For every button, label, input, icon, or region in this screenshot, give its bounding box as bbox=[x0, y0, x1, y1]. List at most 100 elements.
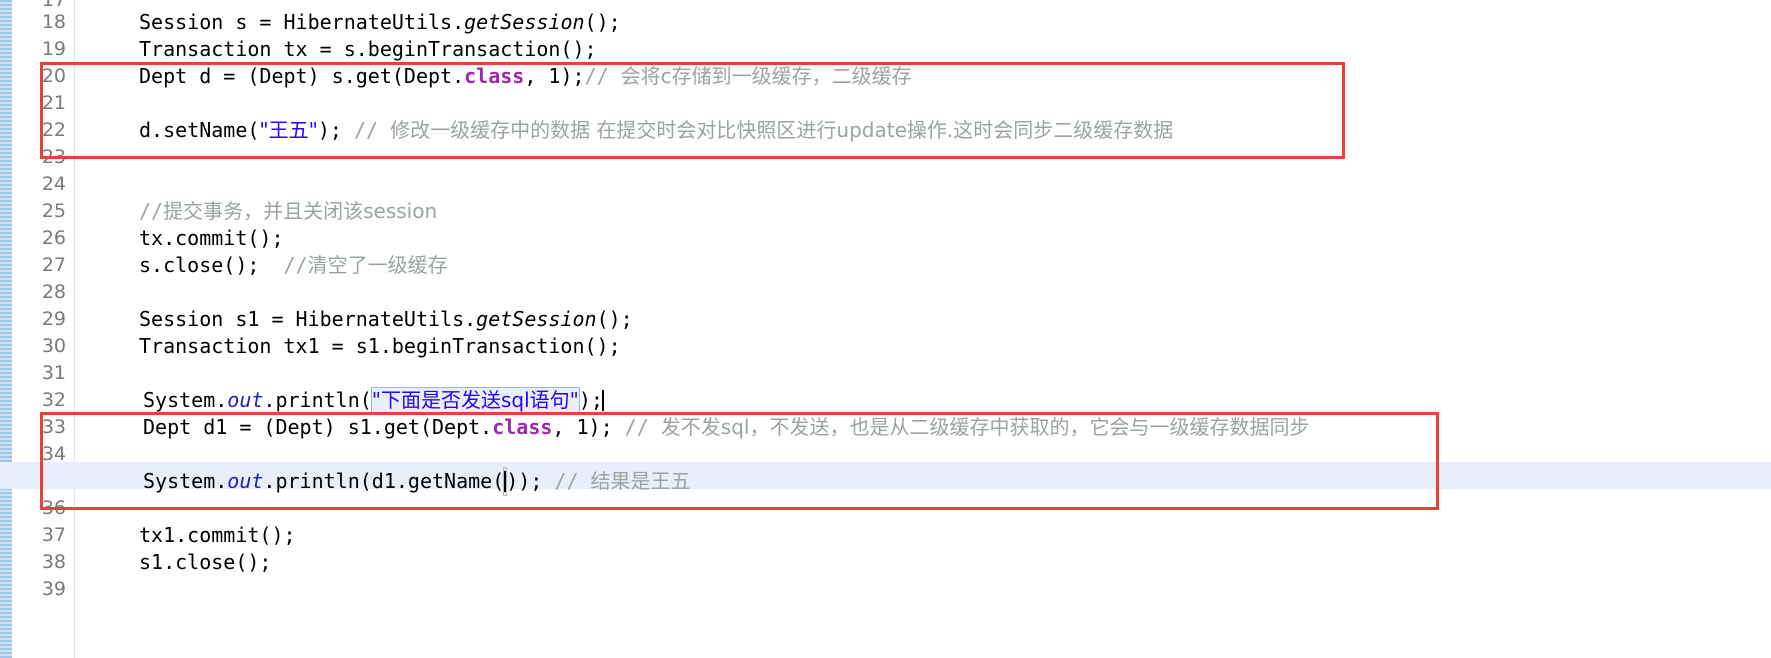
line-number: 18 bbox=[41, 11, 66, 33]
code-token-comment-cn: 提交事务，并且关闭该session bbox=[163, 199, 438, 223]
code-token: , 1); bbox=[524, 64, 585, 88]
code-line-20[interactable]: Dept d = (Dept) s.get(Dept.class, 1);// … bbox=[75, 63, 912, 90]
code-token: System. bbox=[143, 469, 228, 493]
code-token-field: out bbox=[227, 388, 264, 412]
code-line-25[interactable]: //提交事务，并且关闭该session bbox=[75, 198, 437, 225]
line-number: 25 bbox=[41, 200, 66, 222]
line-number: 30 bbox=[41, 335, 66, 357]
code-line-18[interactable]: Session s = HibernateUtils.getSession(); bbox=[75, 9, 621, 36]
code-editor[interactable]: 17 18 19 20 21 22 23 24 25 26 27 28 29 3… bbox=[0, 0, 1771, 658]
code-token-comment: // bbox=[554, 469, 591, 493]
code-row[interactable]: s1.close(); bbox=[75, 549, 1771, 576]
code-token: Transaction tx1 = s1.beginTransaction(); bbox=[139, 334, 621, 358]
code-row[interactable]: s.close(); //清空了一级缓存 bbox=[75, 252, 1771, 279]
line-number: 27 bbox=[41, 254, 66, 276]
line-number: 38 bbox=[41, 551, 66, 573]
code-line-19[interactable]: Transaction tx = s.beginTransaction(); bbox=[75, 36, 597, 63]
line-number-gutter[interactable]: 17 18 19 20 21 22 23 24 25 26 27 28 29 3… bbox=[12, 0, 75, 658]
code-token: s1.close(); bbox=[139, 550, 272, 574]
code-row[interactable]: //提交事务，并且关闭该session bbox=[75, 198, 1771, 225]
code-text-area[interactable]: Session s = HibernateUtils.getSession();… bbox=[0, 0, 1771, 658]
code-row[interactable]: System.out.println(d1.getName()); // 结果是… bbox=[75, 466, 1771, 497]
code-line-27[interactable]: s.close(); //清空了一级缓存 bbox=[75, 252, 448, 279]
code-token: Session s1 = HibernateUtils. bbox=[139, 307, 477, 331]
code-row[interactable] bbox=[75, 171, 1771, 198]
code-token-string: "王五" bbox=[259, 118, 318, 142]
code-token: ); bbox=[578, 388, 603, 412]
code-row[interactable]: d.setName("王五"); // 修改一级缓存中的数据 在提交时会对比快照… bbox=[75, 117, 1771, 144]
code-row[interactable] bbox=[75, 495, 1771, 522]
code-row[interactable]: Transaction tx1 = s1.beginTransaction(); bbox=[75, 333, 1771, 360]
code-line-33[interactable]: Dept d1 = (Dept) s1.get(Dept.class, 1); … bbox=[75, 414, 1309, 441]
code-row[interactable] bbox=[75, 279, 1771, 306]
code-token: tx1.commit(); bbox=[139, 523, 296, 547]
line-number: 39 bbox=[41, 578, 66, 600]
code-token-comment-cn: 会将c存储到一级缓存，二级缓存 bbox=[620, 64, 912, 88]
code-token: ); bbox=[317, 118, 354, 142]
code-row[interactable]: System.out.println("下面是否发送sql语句"); bbox=[75, 387, 1771, 414]
code-row[interactable]: Transaction tx = s.beginTransaction(); bbox=[75, 36, 1771, 63]
line-number: 31 bbox=[41, 362, 66, 384]
line-number: 20 bbox=[41, 65, 66, 87]
line-number: 29 bbox=[41, 308, 66, 330]
code-row[interactable]: tx1.commit(); bbox=[75, 522, 1771, 549]
code-token-comment: // bbox=[139, 199, 164, 223]
code-token-comment: // bbox=[283, 253, 308, 277]
code-line-26[interactable]: tx.commit(); bbox=[75, 225, 284, 252]
code-line-35[interactable]: System.out.println(d1.getName()); // 结果是… bbox=[75, 466, 691, 497]
line-number: 28 bbox=[41, 281, 66, 303]
code-token: (); bbox=[584, 10, 621, 34]
code-token: s.close(); bbox=[139, 253, 284, 277]
code-token: Session s = HibernateUtils. bbox=[139, 10, 465, 34]
code-row[interactable]: Session s = HibernateUtils.getSession(); bbox=[75, 9, 1771, 36]
code-row[interactable] bbox=[75, 360, 1771, 387]
code-row[interactable] bbox=[75, 90, 1771, 117]
code-line-29[interactable]: Session s1 = HibernateUtils.getSession()… bbox=[75, 306, 633, 333]
line-number: 24 bbox=[41, 173, 66, 195]
code-token: Dept d1 = (Dept) s1.get(Dept. bbox=[143, 415, 493, 439]
code-token-comment: // bbox=[624, 415, 661, 439]
code-row[interactable] bbox=[75, 576, 1771, 603]
code-row[interactable]: Dept d1 = (Dept) s1.get(Dept.class, 1); … bbox=[75, 414, 1771, 441]
code-row[interactable] bbox=[75, 144, 1771, 171]
code-line-37[interactable]: tx1.commit(); bbox=[75, 522, 296, 549]
code-row[interactable]: tx.commit(); bbox=[75, 225, 1771, 252]
text-caret-secondary bbox=[601, 390, 604, 411]
line-number: 22 bbox=[41, 119, 66, 141]
code-token-class-keyword: class bbox=[464, 64, 525, 88]
code-token: System. bbox=[143, 388, 228, 412]
code-line-30[interactable]: Transaction tx1 = s1.beginTransaction(); bbox=[75, 333, 621, 360]
code-token-comment-cn: 修改一级缓存中的数据 在提交时会对比快照区进行update操作.这时会同步二级缓… bbox=[390, 118, 1174, 142]
code-token: , 1); bbox=[552, 415, 625, 439]
code-token: Dept d = (Dept) s.get(Dept. bbox=[139, 64, 465, 88]
line-number: 23 bbox=[41, 146, 66, 168]
code-token: .println( bbox=[263, 388, 372, 412]
code-token-method: getSession bbox=[464, 10, 585, 34]
code-line-22[interactable]: d.setName("王五"); // 修改一级缓存中的数据 在提交时会对比快照… bbox=[75, 117, 1173, 144]
code-token: tx.commit(); bbox=[139, 226, 284, 250]
code-token-field: out bbox=[227, 469, 264, 493]
line-number: 19 bbox=[41, 38, 66, 60]
highlighted-string-literal[interactable]: "下面是否发送sql语句" bbox=[370, 387, 580, 413]
code-token: )); bbox=[506, 469, 555, 493]
code-token-comment-cn: 清空了一级缓存 bbox=[307, 253, 448, 277]
line-number: 21 bbox=[41, 92, 66, 114]
code-token: d.setName( bbox=[139, 118, 260, 142]
code-line-38[interactable]: s1.close(); bbox=[75, 549, 271, 576]
code-row[interactable] bbox=[75, 441, 1771, 468]
line-number: 32 bbox=[41, 389, 66, 411]
code-token-method: getSession bbox=[476, 307, 597, 331]
line-number: 26 bbox=[41, 227, 66, 249]
code-token: (); bbox=[596, 307, 633, 331]
code-token-comment: // bbox=[353, 118, 391, 142]
code-token: Transaction tx = s.beginTransaction(); bbox=[139, 37, 597, 61]
line-number: 33 bbox=[41, 416, 66, 438]
code-line-32[interactable]: System.out.println("下面是否发送sql语句"); bbox=[75, 387, 604, 414]
code-token-comment-cn: 发不发sql，不发送，也是从二级缓存中获取的，它会与一级缓存数据同步 bbox=[660, 415, 1310, 439]
line-number: 37 bbox=[41, 524, 66, 546]
code-row[interactable]: Session s1 = HibernateUtils.getSession()… bbox=[75, 306, 1771, 333]
line-number: 36 bbox=[41, 497, 66, 519]
code-token-comment: // bbox=[584, 64, 621, 88]
code-token-class-keyword: class bbox=[492, 415, 553, 439]
code-row[interactable]: Dept d = (Dept) s.get(Dept.class, 1);// … bbox=[75, 63, 1771, 90]
